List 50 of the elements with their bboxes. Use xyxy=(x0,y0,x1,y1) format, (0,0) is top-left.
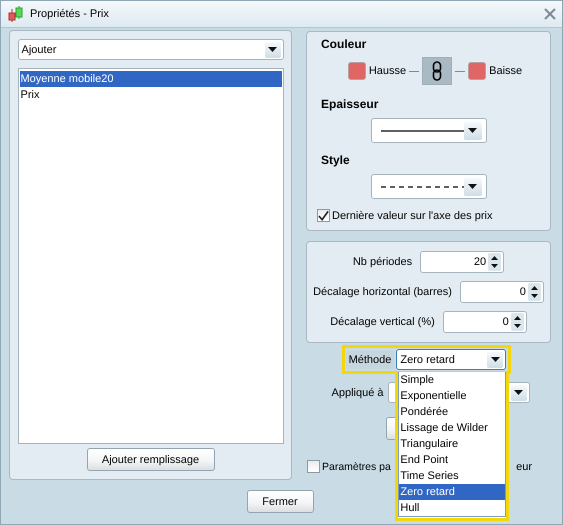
window-title: Propriétés - Prix xyxy=(30,8,110,20)
candlestick-icon xyxy=(7,5,25,23)
dropdown-option[interactable]: Pondérée xyxy=(399,404,506,420)
spin-arrows-icon[interactable] xyxy=(510,313,524,331)
checkbox[interactable] xyxy=(317,209,330,222)
dropdown-option[interactable]: Time Series xyxy=(399,468,506,484)
link-toggle[interactable] xyxy=(422,57,452,85)
field-label: Décalage vertical (%) xyxy=(330,316,435,328)
number-field[interactable]: 0 xyxy=(442,311,527,333)
thickness-dropdown[interactable] xyxy=(370,118,486,143)
add-fill-button[interactable]: Ajouter remplissage xyxy=(86,448,214,471)
caret-icon xyxy=(514,390,523,395)
section-title: Epaisseur xyxy=(321,97,380,111)
close-icon[interactable] xyxy=(544,8,556,20)
dropdown-option[interactable]: Lissage de Wilder xyxy=(399,420,506,436)
checkbox-label: eur xyxy=(516,460,532,472)
swatch-label: Hausse xyxy=(368,65,406,77)
dropdown-option[interactable]: Exponentielle xyxy=(399,388,506,404)
checkbox[interactable] xyxy=(307,460,320,473)
dropdown-option[interactable]: Triangulaire xyxy=(399,436,506,452)
rise-color-swatch[interactable] xyxy=(348,62,366,80)
close-button[interactable]: Fermer xyxy=(246,490,314,513)
checkbox-label: Paramètres pa xyxy=(322,460,391,472)
section-title: Style xyxy=(321,153,351,167)
fall-color-swatch[interactable] xyxy=(468,62,486,80)
caret-icon xyxy=(468,128,478,133)
list-item[interactable]: Moyenne mobile20 xyxy=(20,71,282,87)
spin-arrows-icon[interactable] xyxy=(488,253,502,271)
dropdown-option[interactable]: End Point xyxy=(399,452,506,468)
list-item[interactable]: Prix xyxy=(20,87,282,103)
chain-link-icon xyxy=(432,61,442,81)
field-label: Appliqué à xyxy=(332,386,384,398)
add-dropdown[interactable]: Ajouter xyxy=(18,39,284,60)
style-dropdown[interactable] xyxy=(370,174,486,199)
field-label: Méthode xyxy=(346,350,394,368)
caret-icon xyxy=(468,184,478,189)
section-title: Couleur xyxy=(321,37,368,51)
number-field[interactable]: 20 xyxy=(420,251,504,273)
field-label: Nb périodes xyxy=(352,256,412,268)
dropdown-option[interactable]: Hull xyxy=(399,500,506,516)
dropdown-option[interactable]: Simple xyxy=(399,372,506,388)
caret-icon xyxy=(268,47,277,52)
number-field[interactable]: 0 xyxy=(460,281,544,303)
method-dropdown[interactable]: Zero retard xyxy=(396,349,506,370)
caret-icon xyxy=(490,357,500,362)
swatch-label: Baisse xyxy=(489,65,522,77)
spin-arrows-icon[interactable] xyxy=(528,283,541,301)
field-label: Décalage horizontal (barres) xyxy=(313,286,452,298)
dropdown-option[interactable]: Zero retard xyxy=(399,484,506,500)
checkbox-label: Dernière valeur sur l'axe des prix xyxy=(332,210,492,222)
